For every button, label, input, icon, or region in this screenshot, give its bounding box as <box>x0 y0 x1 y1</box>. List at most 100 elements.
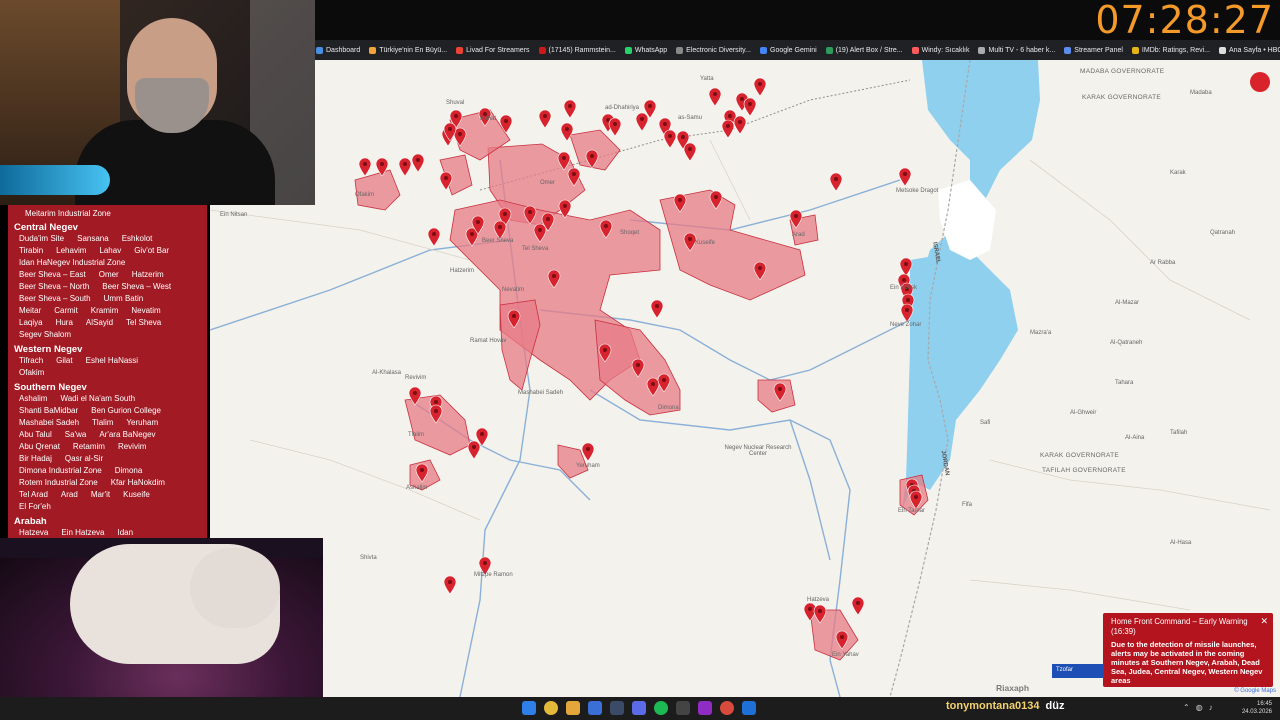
alert-pin-icon[interactable] <box>721 119 735 139</box>
bookmark-item[interactable]: IMDb: Ratings, Revi... <box>1131 46 1210 54</box>
bookmark-favicon-icon <box>1219 46 1226 54</box>
place-nevatim: Nevatim <box>502 287 525 293</box>
app-icon-3[interactable] <box>720 701 734 715</box>
system-tray[interactable]: ⌃ ◍ ♪ <box>1183 703 1213 712</box>
place-neve-zohar: Neve Zohar <box>890 322 922 328</box>
bookmark-item[interactable]: WhatsApp <box>624 46 667 54</box>
network-icon[interactable]: ◍ <box>1196 703 1203 712</box>
alert-pin-icon[interactable] <box>898 167 912 187</box>
alert-pin-dot <box>794 214 798 218</box>
alert-pin-icon[interactable] <box>753 77 767 97</box>
tray-clock[interactable]: 16:45 24.03.2026 <box>1242 700 1272 716</box>
alert-pin-icon[interactable] <box>635 112 649 132</box>
alert-pin-icon[interactable] <box>663 129 677 149</box>
windows-start-icon[interactable] <box>522 701 536 715</box>
alert-location: Abu Talul <box>19 430 52 439</box>
app-icon-2[interactable] <box>698 701 712 715</box>
bookmark-label: IMDb: Ratings, Revi... <box>1141 46 1210 54</box>
alert-pin-icon[interactable] <box>608 117 622 137</box>
bookmark-label: Google Gemini <box>770 46 817 54</box>
alert-pin-dot <box>444 176 448 180</box>
alert-location: Dimona Industrial Zone <box>19 466 102 475</box>
bookmark-favicon-icon <box>538 46 546 54</box>
chevron-up-icon[interactable]: ⌃ <box>1183 703 1190 712</box>
dead-sea-south <box>908 250 1018 490</box>
alert-pin-dot <box>590 154 594 158</box>
bookmark-item[interactable]: Ana Sayfa • HBO Max <box>1219 46 1280 54</box>
bookmark-label: Ana Sayfa • HBO Max <box>1229 46 1280 54</box>
bookmark-item[interactable]: (17145) Rammstein... <box>538 46 616 54</box>
alert-row: Duda'im Site Sansana Eshkolot <box>14 233 203 245</box>
alert-pin-icon[interactable] <box>829 172 843 192</box>
polygon-ofakim <box>354 169 401 211</box>
alert-location: Mashabei Sadeh <box>19 418 80 427</box>
webcam-light <box>0 165 110 195</box>
google-maps-attribution: © Google Maps <box>1234 688 1276 694</box>
spotify-icon[interactable] <box>654 701 668 715</box>
alert-pin-icon[interactable] <box>467 440 481 460</box>
map-canvas <box>210 60 1271 697</box>
place-tafilah: Tafilah <box>1170 430 1188 436</box>
bookmark-item[interactable]: (19) Alert Box / Stre... <box>825 46 903 54</box>
alert-location: El For'eh <box>19 502 51 511</box>
alert-pin-icon[interactable] <box>398 157 412 177</box>
alert-pin-icon[interactable] <box>443 575 457 595</box>
alert-pin-dot <box>586 447 590 451</box>
calculator-icon[interactable] <box>676 701 690 715</box>
alert-pin-dot <box>413 391 417 395</box>
early-warning-notification[interactable]: ✕ Home Front Command – Early Warning (16… <box>1103 613 1273 687</box>
close-icon[interactable]: ✕ <box>1260 616 1268 627</box>
alert-pin-icon[interactable] <box>563 99 577 119</box>
place-tel-sheva: Tel Sheva <box>522 246 549 252</box>
bookmark-item[interactable]: Streamer Panel <box>1064 46 1123 54</box>
alert-pin-dot <box>572 172 576 176</box>
bookmark-item[interactable]: Livad For Streamers <box>456 46 530 54</box>
speaker-icon[interactable]: ♪ <box>1209 703 1213 712</box>
alert-pin-dot <box>512 314 516 318</box>
map-user-badge[interactable] <box>1250 72 1270 92</box>
alert-pin-icon[interactable] <box>427 227 441 247</box>
alert-pin-icon[interactable] <box>733 115 747 135</box>
alert-map[interactable]: MADABA GOVERNORATE KARAK GOVERNORATE KAR… <box>210 60 1280 697</box>
alert-pin-icon[interactable] <box>743 97 757 117</box>
taskbar-apps <box>522 701 756 715</box>
place-ein-yahav: Ein Yahav <box>832 652 859 658</box>
alert-pin-icon[interactable] <box>411 153 425 173</box>
alert-location: Lahav <box>99 246 122 255</box>
place-dhahiriya: ad-Dhahiriya <box>605 105 640 111</box>
place-khalasa: Al-Khalasa <box>372 370 402 376</box>
bookmark-item[interactable]: Google Gemini <box>760 46 817 54</box>
alert-row: Beer Sheva – South Umm Batin <box>14 293 203 305</box>
app-icon[interactable] <box>588 701 602 715</box>
file-explorer-icon[interactable] <box>566 701 580 715</box>
watermark: Riaxaph <box>996 683 1030 693</box>
place-hatzerim: Hatzerim <box>450 268 475 274</box>
alert-row: Rotem Industrial Zone Kfar HaNokdim <box>14 477 203 489</box>
bookmark-item[interactable]: Windy: Sıcaklık <box>911 46 969 54</box>
alert-location: Ein Hatzeva <box>61 528 105 537</box>
chrome-icon[interactable] <box>544 701 558 715</box>
alert-pin-dot <box>681 135 685 139</box>
alert-location: Revivim <box>117 442 147 451</box>
place-qatranah: Qatranah <box>1210 230 1236 236</box>
alert-pin-dot <box>562 156 566 160</box>
bookmark-item[interactable]: Multi TV - 6 haber k... <box>978 46 1055 54</box>
app-icon-4[interactable] <box>742 701 756 715</box>
alert-row: Abu Qrenat Retamim Revivim <box>14 441 203 453</box>
alert-pin-dot <box>472 445 476 449</box>
bookmark-item[interactable]: Türkiye'nin En Büyü... <box>369 46 447 54</box>
alert-pin-icon[interactable] <box>650 299 664 319</box>
alert-pin-icon[interactable] <box>538 109 552 129</box>
steam-icon[interactable] <box>610 701 624 715</box>
place-arad: Arad <box>792 232 805 238</box>
alert-pin-icon[interactable] <box>683 142 697 162</box>
alert-pin-icon[interactable] <box>851 596 865 616</box>
bookmark-item[interactable]: Electronic Diversity... <box>676 46 751 54</box>
alert-pin-icon[interactable] <box>358 157 372 177</box>
alert-location: Ofakim <box>19 368 45 377</box>
discord-icon[interactable] <box>632 701 646 715</box>
bookmark-item[interactable]: Dashboard <box>316 46 360 54</box>
alert-pin-icon[interactable] <box>708 87 722 107</box>
alert-pin-dot <box>448 127 452 131</box>
alert-pin-icon[interactable] <box>581 442 595 462</box>
